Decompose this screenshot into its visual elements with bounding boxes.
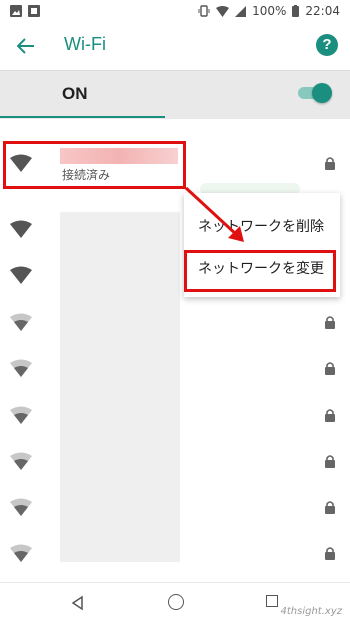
image-notification-icon (10, 5, 22, 17)
app-notification-icon (28, 5, 40, 17)
wifi-full-icon (10, 266, 32, 284)
status-right-icons: 100% 22:04 (198, 4, 340, 18)
tab-underline (0, 116, 165, 118)
lock-icon (325, 409, 335, 422)
network-row[interactable] (0, 438, 350, 484)
signal-icon (235, 5, 247, 17)
network-row[interactable] (0, 484, 350, 530)
lock-icon (325, 547, 335, 560)
status-bar: 100% 22:04 (0, 0, 350, 24)
wifi-master-switch-bar[interactable]: ON (0, 70, 350, 119)
lock-icon (325, 362, 335, 375)
network-row[interactable] (0, 530, 350, 576)
status-left-icons (10, 5, 40, 17)
toggle-thumb (312, 83, 332, 103)
clock: 22:04 (305, 4, 340, 18)
nav-back-icon[interactable] (70, 595, 86, 611)
wifi-status-icon (216, 5, 230, 17)
wifi-medium-icon (10, 313, 32, 331)
nav-home-icon[interactable] (168, 594, 184, 610)
wifi-medium-icon (10, 359, 32, 377)
wifi-medium-icon (10, 452, 32, 470)
help-button[interactable]: ? (316, 34, 338, 56)
highlight-connected-network (3, 141, 186, 189)
back-button[interactable] (14, 34, 38, 58)
wifi-medium-icon (10, 498, 32, 516)
lock-icon (325, 455, 335, 468)
lock-icon (325, 157, 335, 170)
arrow-left-icon (17, 38, 34, 54)
page-title: Wi-Fi (64, 34, 106, 54)
network-row[interactable] (0, 392, 350, 438)
network-row[interactable] (0, 299, 350, 345)
battery-icon (292, 5, 300, 17)
app-bar: Wi-Fi ? (0, 24, 350, 68)
lock-icon (325, 501, 335, 514)
nav-recents-icon[interactable] (266, 595, 278, 607)
wifi-medium-icon (10, 406, 32, 424)
annotation-arrow-icon (184, 186, 244, 242)
wifi-full-icon (10, 220, 32, 238)
vibrate-icon (198, 5, 210, 17)
wifi-toggle[interactable] (298, 83, 332, 103)
watermark: 4thsight.xyz (280, 606, 342, 617)
network-row[interactable] (0, 345, 350, 391)
switch-state-label: ON (62, 84, 88, 103)
lock-icon (325, 316, 335, 329)
wifi-medium-icon (10, 544, 32, 562)
battery-percent: 100% (252, 4, 287, 18)
